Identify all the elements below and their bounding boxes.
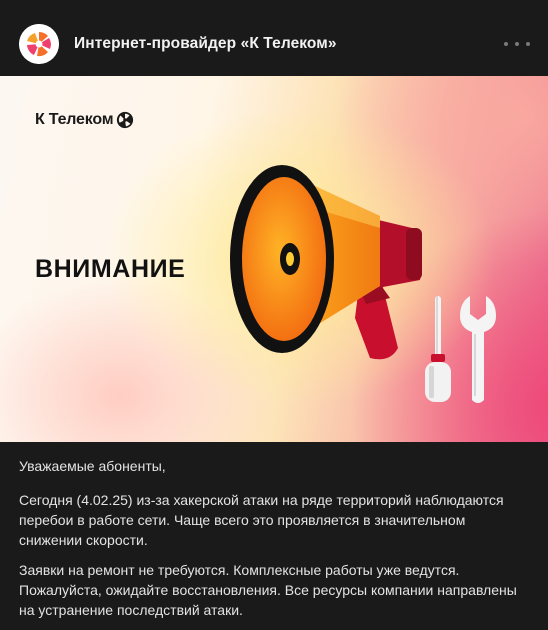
wrench-icon [460, 296, 496, 403]
page-name[interactable]: Интернет-провайдер «К Телеком» [74, 35, 337, 53]
more-dots-icon [504, 42, 508, 46]
brand-name: К Телеком [35, 111, 114, 128]
repair-tools-illustration [425, 296, 496, 403]
post-paragraph-1: Сегодня (4.02.25) из-за хакерской атаки … [19, 492, 504, 548]
post-card: Интернет-провайдер «К Телеком» К Телеком… [0, 0, 548, 618]
screwdriver-icon [425, 296, 451, 402]
banner-headline: ВНИМАНИЕ [35, 255, 186, 283]
avatar[interactable] [19, 24, 59, 64]
megaphone-icon [230, 165, 422, 360]
post-banner-image[interactable]: К Телеком ВНИМАНИЕ [0, 76, 548, 442]
post-text: Уважаемые абоненты, Сегодня (4.02.25) из… [19, 456, 531, 630]
post-paragraph-2: Заявки на ремонт не требуются. Комплексн… [19, 562, 517, 618]
brand-logo: К Телеком [35, 111, 134, 129]
post-greeting: Уважаемые абоненты, [19, 458, 166, 474]
k-telecom-logo-icon [19, 24, 59, 64]
more-options-button[interactable] [504, 36, 530, 52]
brand-mark-icon [117, 111, 134, 129]
post-header: Интернет-провайдер «К Телеком» [0, 0, 548, 76]
